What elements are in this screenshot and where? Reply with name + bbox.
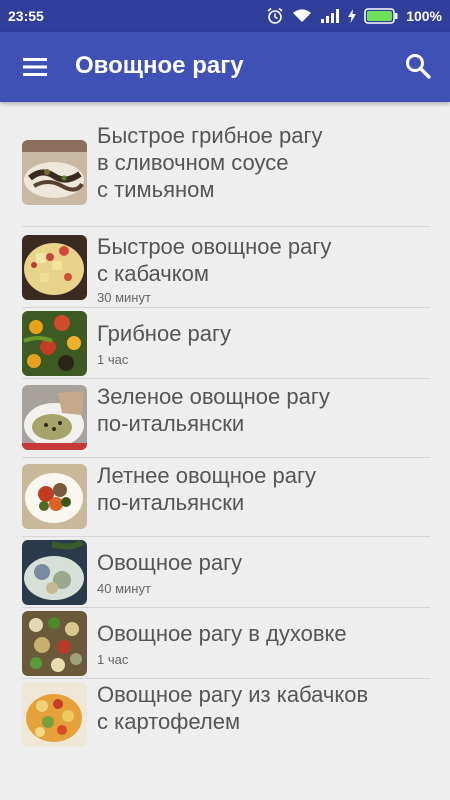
status-icons: 100% bbox=[266, 7, 442, 25]
recipe-thumbnail bbox=[22, 540, 87, 605]
recipe-title: Зеленое овощное рагу по-итальянски bbox=[97, 384, 330, 436]
recipe-title: Быстрое овощное рагу с кабачком bbox=[97, 234, 332, 286]
search-icon[interactable] bbox=[404, 52, 432, 80]
app-bar: Овощное рагу bbox=[0, 32, 450, 102]
list-item[interactable]: Грибное рагу 1 час bbox=[0, 308, 450, 378]
list-item[interactable]: Быстрое грибное рагу в сливочном соусе с… bbox=[0, 122, 450, 232]
status-time: 23:55 bbox=[8, 8, 44, 24]
recipe-thumbnail bbox=[22, 682, 87, 747]
recipe-title: Быстрое грибное рагу в сливочном соусе с… bbox=[97, 123, 323, 202]
list-item[interactable]: Быстрое овощное рагу с кабачком 30 минут bbox=[0, 227, 450, 307]
wifi-icon bbox=[292, 8, 312, 24]
hamburger-menu-icon[interactable] bbox=[22, 54, 48, 80]
recipe-thumbnail bbox=[22, 311, 87, 376]
recipe-title: Овощное рагу bbox=[97, 550, 243, 575]
recipe-title: Грибное рагу bbox=[97, 321, 232, 346]
battery-percent: 100% bbox=[406, 8, 442, 24]
recipe-time: 1 час bbox=[97, 352, 129, 367]
recipe-title: Летнее овощное рагу по-итальянски bbox=[97, 463, 316, 515]
recipe-time: 30 минут bbox=[97, 290, 151, 305]
list-item[interactable]: Летнее овощное рагу по-итальянски bbox=[0, 458, 450, 536]
list-item[interactable]: Овощное рагу в духовке 1 час bbox=[0, 608, 450, 678]
recipe-thumbnail bbox=[22, 611, 87, 676]
battery-icon bbox=[364, 8, 398, 24]
recipe-thumbnail bbox=[22, 385, 87, 450]
recipe-time: 1 час bbox=[97, 652, 129, 667]
recipe-title: Овощное рагу из кабачков с картофелем bbox=[97, 682, 369, 734]
list-item[interactable]: Овощное рагу из кабачков с картофелем bbox=[0, 679, 450, 749]
charging-icon bbox=[348, 9, 357, 23]
recipe-thumbnail bbox=[22, 464, 87, 529]
recipe-time: 40 минут bbox=[97, 581, 151, 596]
recipe-thumbnail bbox=[22, 235, 87, 300]
status-bar: 23:55 100% bbox=[0, 0, 450, 32]
list-item[interactable]: Овощное рагу 40 минут bbox=[0, 537, 450, 607]
page-title: Овощное рагу bbox=[75, 52, 244, 79]
list-item[interactable]: Зеленое овощное рагу по-итальянски bbox=[0, 379, 450, 457]
alarm-icon bbox=[266, 7, 284, 25]
signal-icon bbox=[320, 9, 340, 23]
recipe-title: Овощное рагу в духовке bbox=[97, 621, 347, 646]
recipe-thumbnail bbox=[22, 140, 87, 205]
